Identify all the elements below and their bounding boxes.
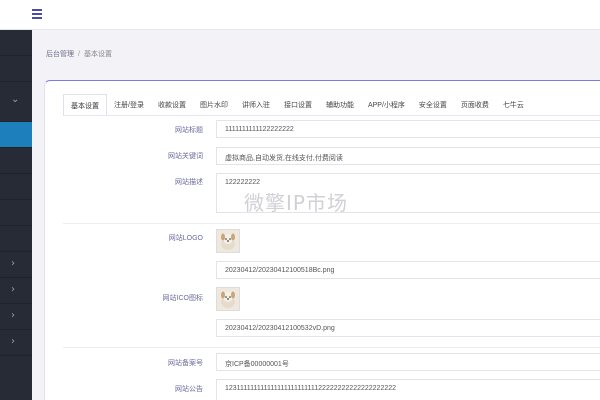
site-title-label: 网站标题 — [175, 127, 203, 134]
sidebar-item[interactable] — [0, 226, 32, 252]
sidebar-item-active[interactable] — [0, 122, 32, 148]
site-desc-label: 网站描述 — [175, 179, 203, 186]
chevron-right-icon: › — [11, 336, 15, 347]
chevron-right-icon: › — [11, 258, 15, 269]
sidebar-item[interactable]: › — [0, 304, 32, 330]
sidebar-item[interactable] — [0, 148, 32, 174]
notice-label: 网站公告 — [175, 386, 203, 393]
chevron-right-icon: › — [11, 310, 15, 321]
section-divider — [63, 223, 600, 224]
site-keywords-input[interactable]: 虚拟商品,自动发货,在线支付,付费阅读 — [216, 147, 600, 165]
icp-input[interactable]: 京ICP备00000001号 — [216, 353, 600, 371]
tab-api[interactable]: 接口设置 — [277, 94, 319, 116]
tab-page-fee[interactable]: 页面收费 — [454, 94, 496, 116]
tab-payment[interactable]: 收款设置 — [151, 94, 193, 116]
chevron-right-icon: › — [11, 284, 15, 295]
breadcrumb-current: 基本设置 — [83, 51, 112, 58]
sidebar-item[interactable] — [0, 200, 32, 226]
site-logo-thumbnail[interactable] — [216, 229, 240, 253]
breadcrumb-separator: / — [78, 51, 80, 58]
tab-security[interactable]: 安全设置 — [412, 94, 454, 116]
tab-auxiliary[interactable]: 辅助功能 — [319, 94, 361, 116]
sidebar-item[interactable]: › — [0, 252, 32, 278]
tab-watermark[interactable]: 图片水印 — [193, 94, 235, 116]
site-ico-path-input[interactable]: 20230412/20230412100532vD.png — [216, 319, 600, 337]
site-title-input[interactable]: 1111111111122222222 — [216, 120, 600, 138]
tab-basic[interactable]: 基本设置 — [63, 94, 107, 116]
breadcrumb: 后台管理 / 基本设置 — [46, 49, 112, 59]
sidebar-item[interactable]: › — [0, 278, 32, 304]
chevron-down-icon: ⌄ — [11, 94, 20, 105]
site-ico-thumbnail[interactable] — [216, 287, 240, 311]
settings-card: 基本设置 注册/登录 收款设置 图片水印 讲师入驻 接口设置 辅助功能 APP/… — [44, 80, 600, 400]
dog-image-icon — [217, 288, 239, 310]
site-keywords-label: 网站关键词 — [168, 153, 203, 160]
tab-qiniu[interactable]: 七牛云 — [496, 94, 531, 116]
icp-label: 网站备案号 — [168, 360, 203, 367]
sidebar-item[interactable] — [0, 174, 32, 200]
section-divider — [63, 347, 600, 348]
hamburger-icon[interactable] — [32, 9, 42, 19]
watermark: 微擎IP市场 — [244, 191, 348, 215]
sidebar: ⌄ › › › › — [0, 30, 32, 400]
tab-lecturer[interactable]: 讲师入驻 — [235, 94, 277, 116]
tab-register-login[interactable]: 注册/登录 — [107, 94, 151, 116]
sidebar-item-expanded[interactable]: ⌄ — [0, 82, 32, 122]
notice-textarea[interactable]: 1231111111111111111111111112222222222222… — [216, 379, 600, 400]
top-bar — [0, 0, 600, 30]
sidebar-item[interactable] — [0, 56, 32, 82]
site-ico-label: 网站ICO图标 — [162, 295, 203, 302]
breadcrumb-root[interactable]: 后台管理 — [46, 51, 74, 58]
tab-underline — [63, 115, 600, 116]
site-logo-path-input[interactable]: 20230412/20230412100518Bc.png — [216, 261, 600, 279]
settings-tabs: 基本设置 注册/登录 收款设置 图片水印 讲师入驻 接口设置 辅助功能 APP/… — [63, 94, 531, 116]
dog-image-icon — [217, 230, 239, 252]
sidebar-item[interactable] — [0, 30, 32, 56]
sidebar-item[interactable]: › — [0, 330, 32, 356]
tab-app[interactable]: APP/小程序 — [361, 94, 412, 116]
site-logo-label: 网站LOGO — [168, 235, 203, 242]
